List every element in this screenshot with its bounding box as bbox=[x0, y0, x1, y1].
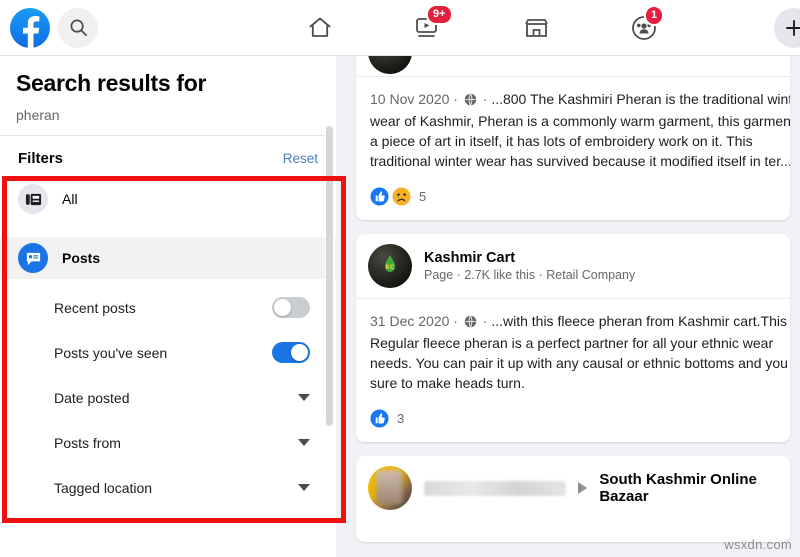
chevron-down-icon[interactable] bbox=[298, 394, 310, 401]
video-badge: 9+ bbox=[426, 4, 453, 25]
topbar-nav-icons: 9+ 1 bbox=[300, 0, 665, 56]
post2-page-info: Kashmir Cart Page · 2.7K like this · Ret… bbox=[424, 250, 635, 282]
top-navigation-bar: 9+ 1 bbox=[0, 0, 800, 56]
filter-recent-posts-label: Recent posts bbox=[54, 299, 136, 316]
post2-body: 31 Dec 2020 · · ...with this fleece pher… bbox=[356, 299, 790, 397]
sidebar-item-posts[interactable]: Posts bbox=[0, 237, 336, 279]
filter-recent-posts[interactable]: Recent posts bbox=[0, 285, 336, 330]
svg-text:KC: KC bbox=[386, 265, 395, 271]
posts-icon bbox=[18, 243, 48, 273]
post2-reaction-count: 3 bbox=[397, 411, 405, 426]
post1-line-3: a piece of art in itself, it has lots of… bbox=[370, 133, 753, 149]
post3-shared-group-name: South Kashmir Online Bazaar bbox=[599, 471, 757, 505]
post1-line-1: 10 Nov 2020 · · ...800 The Kashmiri Pher… bbox=[370, 89, 790, 111]
site-watermark: wsxdn.com bbox=[724, 537, 792, 552]
public-globe-icon bbox=[464, 313, 477, 333]
posts-youve-seen-toggle[interactable] bbox=[272, 342, 310, 363]
post1-line-2: wear of Kashmir, Pheran is a commonly wa… bbox=[370, 113, 790, 129]
sidebar-item-all-label: All bbox=[62, 191, 78, 207]
search-button[interactable] bbox=[58, 7, 98, 48]
post-card-3: South Kashmir Online Bazaar bbox=[356, 456, 790, 542]
filter-posts-youve-seen-label: Posts you've seen bbox=[54, 344, 168, 361]
filters-label: Filters bbox=[18, 150, 64, 167]
posts-filter-options: Recent posts Posts you've seen Date post… bbox=[0, 279, 336, 524]
post2-date: 31 Dec 2020 bbox=[370, 313, 450, 329]
post2-line-1: 31 Dec 2020 · · ...with this fleece pher… bbox=[370, 311, 787, 333]
filter-posts-from[interactable]: Posts from bbox=[0, 420, 336, 465]
public-globe-icon bbox=[464, 91, 477, 111]
sidebar-header: Search results for pheran bbox=[0, 56, 336, 135]
filter-posts-youve-seen[interactable]: Posts you've seen bbox=[0, 330, 336, 375]
nav-video-button[interactable]: 9+ bbox=[408, 4, 453, 48]
search-filters-sidebar: Search results for pheran Filters Reset … bbox=[0, 56, 336, 557]
filters-header: Filters Reset All bbox=[0, 136, 336, 221]
nav-groups-button[interactable]: 1 bbox=[624, 5, 665, 48]
chevron-down-icon[interactable] bbox=[298, 484, 310, 491]
page-title: Search results for bbox=[16, 70, 207, 96]
search-query-text: pheran bbox=[16, 107, 60, 123]
post2-page-name: Kashmir Cart bbox=[424, 250, 516, 266]
post2-line-2: Regular fleece pheran is a perfect partn… bbox=[370, 335, 774, 351]
like-reaction-icon bbox=[370, 187, 389, 206]
sidebar-scrollbar-thumb[interactable] bbox=[326, 126, 333, 426]
reset-filters-button[interactable]: Reset bbox=[283, 151, 318, 166]
nav-marketplace-button[interactable] bbox=[516, 8, 556, 48]
post1-date: 10 Nov 2020 bbox=[370, 91, 450, 107]
sidebar-item-all[interactable]: All bbox=[16, 177, 320, 221]
post3-header[interactable]: South Kashmir Online Bazaar bbox=[356, 456, 790, 520]
topbar-left-group bbox=[0, 7, 98, 48]
filter-date-posted-label: Date posted bbox=[54, 389, 130, 406]
post1-line-4: traditional winter wear has survived bec… bbox=[370, 153, 790, 169]
post2-text-start: ...with this fleece pheran from Kashmir … bbox=[491, 313, 787, 329]
marketplace-icon bbox=[524, 19, 548, 37]
post1-body: 10 Nov 2020 · · ...800 The Kashmiri Pher… bbox=[356, 77, 790, 175]
post-card-1: 10 Nov 2020 · · ...800 The Kashmiri Pher… bbox=[356, 56, 790, 220]
post3-avatar[interactable] bbox=[368, 466, 412, 510]
chevron-down-icon[interactable] bbox=[298, 439, 310, 446]
post-card-2: KC Kashmir Cart Page · 2.7K like this · … bbox=[356, 234, 790, 442]
filter-posts-from-label: Posts from bbox=[54, 434, 121, 451]
post2-header[interactable]: KC Kashmir Cart Page · 2.7K like this · … bbox=[356, 234, 790, 298]
sad-reaction-icon bbox=[392, 187, 411, 206]
post1-reactions[interactable]: 5 bbox=[356, 175, 790, 220]
plus-icon bbox=[786, 20, 800, 36]
shared-to-arrow-icon bbox=[578, 482, 588, 494]
groups-badge: 1 bbox=[644, 5, 665, 26]
post2-line-3: needs. You can pair it up with any causa… bbox=[370, 355, 788, 371]
post2-page-meta: Page · 2.7K like this · Retail Company bbox=[424, 268, 636, 282]
post3-author-name-redacted bbox=[424, 480, 567, 496]
create-button[interactable] bbox=[774, 8, 800, 48]
home-icon bbox=[309, 17, 331, 37]
search-icon bbox=[70, 19, 87, 36]
sidebar-item-posts-label: Posts bbox=[62, 250, 101, 266]
post2-reactions[interactable]: 3 bbox=[356, 397, 790, 442]
recent-posts-toggle[interactable] bbox=[272, 297, 310, 318]
search-results-feed: 10 Nov 2020 · · ...800 The Kashmiri Pher… bbox=[336, 56, 800, 557]
post1-text-start: ...800 The Kashmiri Pheran is the tradit… bbox=[491, 91, 790, 107]
nav-home-button[interactable] bbox=[300, 8, 340, 48]
post2-avatar[interactable]: KC bbox=[368, 244, 412, 288]
post1-reaction-count: 5 bbox=[419, 189, 427, 204]
filter-tagged-location-label: Tagged location bbox=[54, 479, 153, 496]
post2-line-4: sure to make heads turn. bbox=[370, 375, 525, 391]
like-reaction-icon bbox=[370, 409, 389, 428]
posts-filter-panel: Posts Recent posts Posts you've seen Dat… bbox=[0, 237, 336, 524]
filter-tagged-location[interactable]: Tagged location bbox=[0, 465, 336, 510]
topbar-right-group bbox=[774, 8, 800, 48]
facebook-logo-icon[interactable] bbox=[10, 7, 50, 48]
filter-date-posted[interactable]: Date posted bbox=[0, 375, 336, 420]
all-results-icon bbox=[18, 184, 48, 214]
facebook-search-results-page: 9+ 1 Search results for pheran Filters R… bbox=[0, 0, 800, 557]
